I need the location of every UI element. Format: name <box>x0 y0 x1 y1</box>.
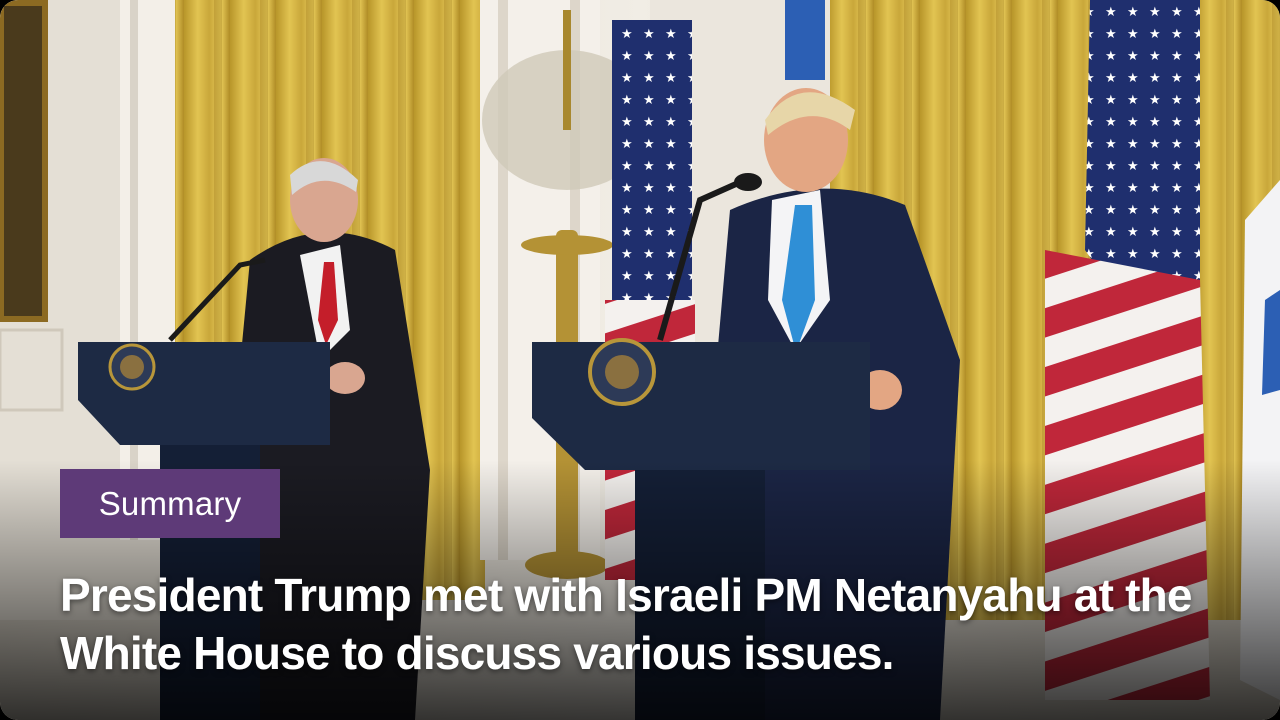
headline-text: President Trump met with Israeli PM Neta… <box>60 569 1192 679</box>
summary-tag: Summary <box>60 469 280 538</box>
summary-card[interactable]: ★ <box>0 0 1280 720</box>
